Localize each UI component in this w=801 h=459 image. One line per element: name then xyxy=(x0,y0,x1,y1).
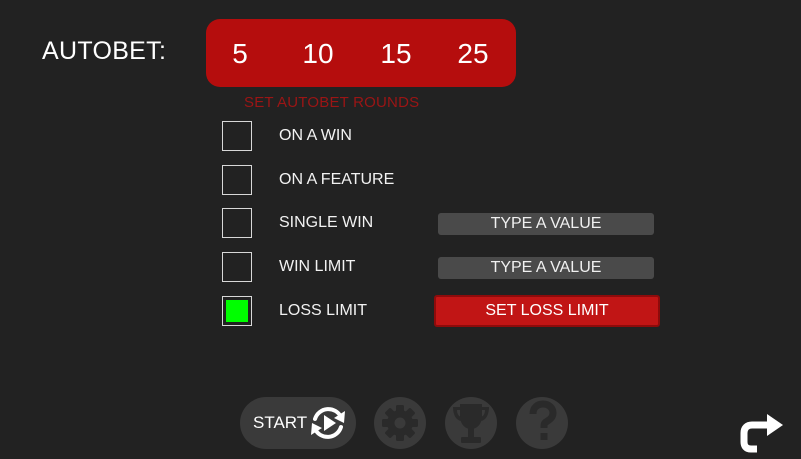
on-a-feature-label: ON A FEATURE xyxy=(279,171,395,188)
loss-limit-label: LOSS LIMIT xyxy=(279,302,368,319)
option-row-on-a-feature: ON A FEATURE xyxy=(222,165,662,199)
round-option-10[interactable]: 10 xyxy=(288,34,348,74)
loss-limit-checkbox[interactable] xyxy=(222,296,252,326)
single-win-checkbox[interactable] xyxy=(222,208,252,238)
settings-button[interactable] xyxy=(374,397,426,449)
leaderboard-button[interactable] xyxy=(445,397,497,449)
question-icon xyxy=(529,400,557,440)
win-limit-label: WIN LIMIT xyxy=(279,258,356,275)
option-row-loss-limit: LOSS LIMIT SET LOSS LIMIT xyxy=(222,295,662,330)
back-arrow-icon[interactable] xyxy=(739,409,787,453)
start-label: START xyxy=(253,413,308,432)
option-row-on-a-win: ON A WIN xyxy=(222,121,662,155)
autobet-title: AUTOBET: xyxy=(42,37,167,65)
option-row-single-win: SINGLE WIN TYPE A VALUE xyxy=(222,208,662,242)
start-button[interactable]: START xyxy=(240,397,356,449)
round-option-15[interactable]: 15 xyxy=(366,34,426,74)
single-win-value-button[interactable]: TYPE A VALUE xyxy=(438,213,654,235)
on-a-win-label: ON A WIN xyxy=(279,127,352,144)
trophy-icon xyxy=(453,404,489,443)
single-win-label: SINGLE WIN xyxy=(279,214,374,231)
win-limit-value-button[interactable]: TYPE A VALUE xyxy=(438,257,654,279)
help-button[interactable] xyxy=(516,397,568,449)
autoplay-icon xyxy=(311,407,345,439)
set-loss-limit-button[interactable]: SET LOSS LIMIT xyxy=(434,295,660,327)
autobet-rounds-panel: 5 10 15 25 xyxy=(206,19,516,87)
round-option-25[interactable]: 25 xyxy=(443,34,503,74)
autobet-rounds-caption: SET AUTOBET ROUNDS xyxy=(244,94,420,111)
gear-icon xyxy=(382,405,418,441)
on-a-feature-checkbox[interactable] xyxy=(222,165,252,195)
win-limit-checkbox[interactable] xyxy=(222,252,252,282)
on-a-win-checkbox[interactable] xyxy=(222,121,252,151)
option-row-win-limit: WIN LIMIT TYPE A VALUE xyxy=(222,252,662,286)
round-option-5[interactable]: 5 xyxy=(210,34,270,74)
